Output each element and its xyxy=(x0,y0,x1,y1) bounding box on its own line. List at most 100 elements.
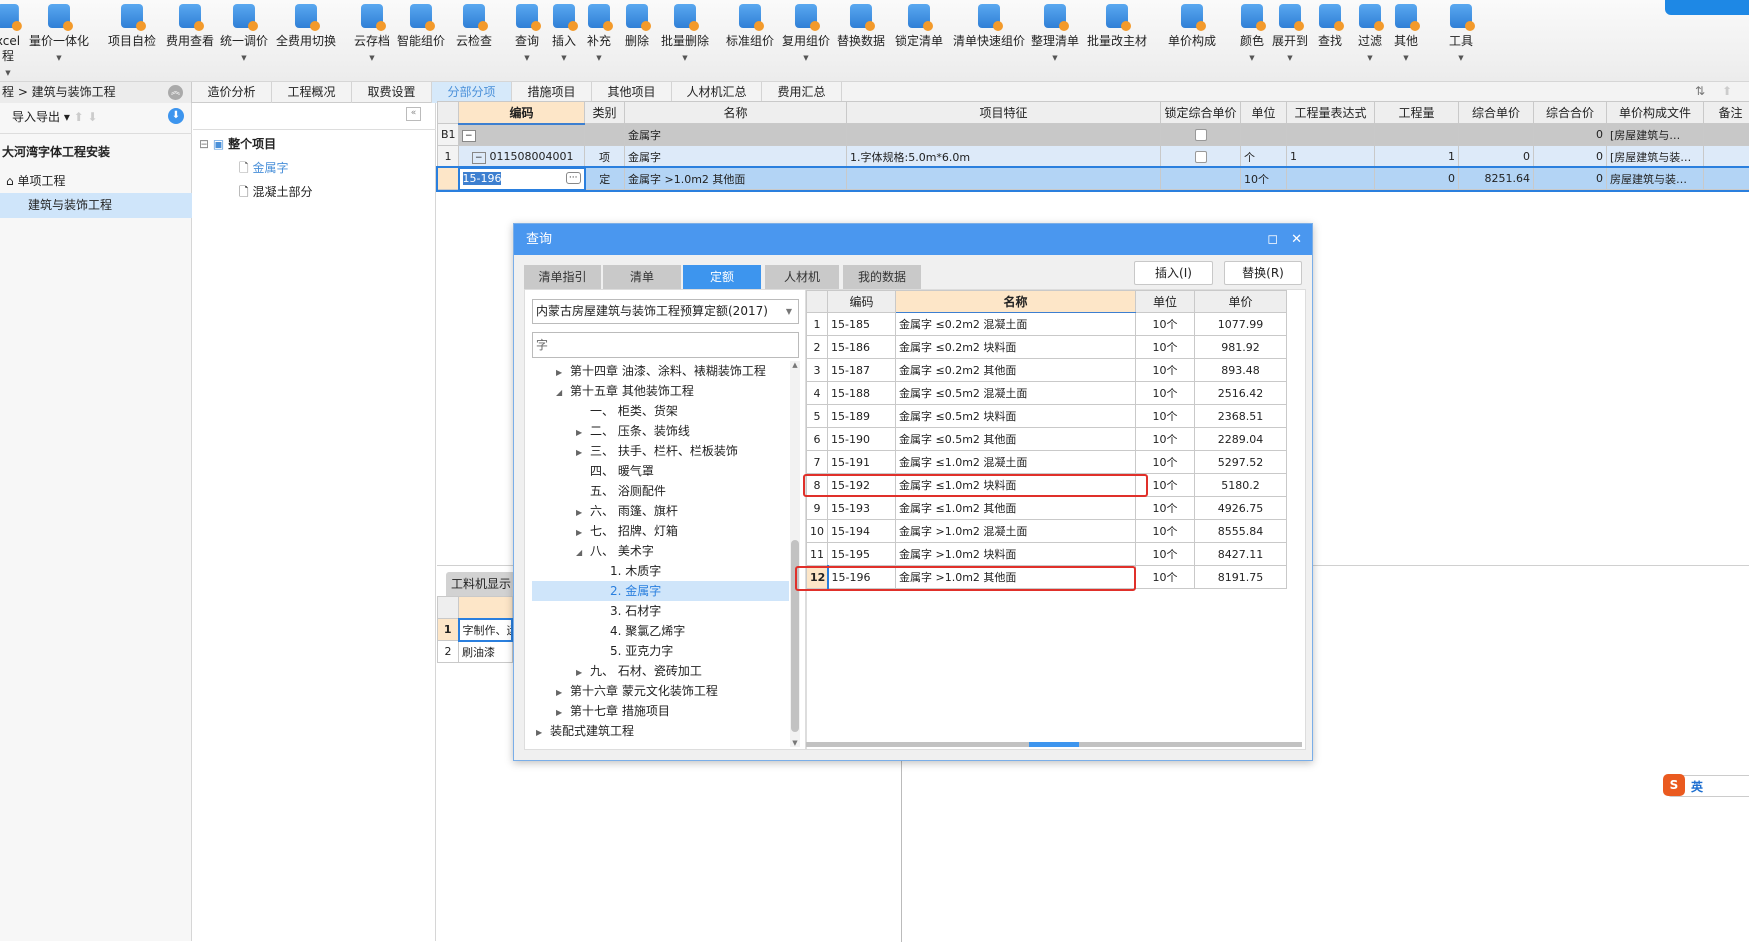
collapsed-icon[interactable]: ▶ xyxy=(556,683,570,703)
table-row[interactable]: 1−011508004001项金属字1.字体规格:5.0m*6.0m个1100[… xyxy=(438,146,1749,168)
column-header[interactable]: 单位 xyxy=(1241,102,1287,124)
tree-item-concrete[interactable]: 🗋 混凝土部分 xyxy=(239,183,313,204)
toolbar-button[interactable]: 展开到▼ xyxy=(1272,4,1308,62)
tree-node[interactable]: ▶第十四章 油漆、涂料、裱糊装饰工程 xyxy=(532,361,789,381)
grid-cell[interactable]: 15-196··· xyxy=(459,168,585,190)
column-header[interactable]: 工程量 xyxy=(1375,102,1459,124)
column-header[interactable]: 类别 xyxy=(585,102,625,124)
code-input[interactable]: 15-196 xyxy=(463,172,502,185)
table-row[interactable]: 1015-194金属字 >1.0m2 混凝土面10个8555.84 xyxy=(807,520,1287,543)
insert-button[interactable]: 插入(I) xyxy=(1134,261,1213,285)
tree-node[interactable]: ▶六、 雨篷、旗杆 xyxy=(532,501,789,521)
column-header[interactable]: 综合合价 xyxy=(1534,102,1607,124)
toolbar-button[interactable]: 锁定清单 xyxy=(895,4,943,49)
toolbar-button[interactable]: 项目自检 xyxy=(108,4,156,49)
toolbar-button[interactable]: 整理清单▼ xyxy=(1031,4,1079,62)
up-arrow-icon[interactable]: ⬆ xyxy=(1722,84,1732,98)
dialog-tab-3[interactable]: 人材机 xyxy=(765,265,839,289)
tree-node[interactable]: 五、 浴厕配件 xyxy=(532,481,789,501)
collapsed-icon[interactable]: ▶ xyxy=(556,363,570,383)
tree-node[interactable]: 1. 木质字 xyxy=(532,561,789,581)
collapse-panel-button[interactable]: « xyxy=(406,107,421,121)
tree-node[interactable]: ▶第十七章 措施项目 xyxy=(532,701,789,721)
collapsed-icon[interactable]: ▶ xyxy=(576,443,590,463)
import-export-button[interactable]: 导入导出 ▾ ⬆ ⬇ xyxy=(12,108,98,125)
grid-cell[interactable]: − xyxy=(459,124,585,146)
grid-cell[interactable]: 字制作、运 xyxy=(459,619,513,641)
table-row[interactable]: 315-187金属字 ≤0.2m2 其他面10个893.48 xyxy=(807,359,1287,382)
column-header[interactable]: 名称 xyxy=(625,102,847,124)
tab-7[interactable]: 费用汇总 xyxy=(762,82,842,103)
toolbar-button[interactable]: 删除 xyxy=(625,4,649,49)
download-icon[interactable]: ⬇ xyxy=(168,108,184,124)
column-header[interactable]: 编码 xyxy=(459,102,585,124)
column-header[interactable]: 综合单价 xyxy=(1459,102,1534,124)
toolbar-button[interactable]: 批量删除▼ xyxy=(661,4,709,62)
login-badge[interactable] xyxy=(1665,0,1749,15)
column-header[interactable] xyxy=(438,102,459,124)
toolbar-button[interactable]: 云检查 xyxy=(456,4,492,49)
toolbar-button[interactable]: 复用组价▼ xyxy=(782,4,830,62)
replace-button[interactable]: 替换(R) xyxy=(1224,261,1302,285)
tab-2[interactable]: 取费设置 xyxy=(352,82,432,103)
table-row[interactable]: 915-193金属字 ≤1.0m2 其他面10个4926.75 xyxy=(807,497,1287,520)
tree-node[interactable]: 一、 柜类、货架 xyxy=(532,401,789,421)
tree-node[interactable]: ◢八、 美术字 xyxy=(532,541,789,561)
tree-project[interactable]: 大河湾字体工程安装 xyxy=(2,143,110,160)
collapsed-icon[interactable]: ▶ xyxy=(576,423,590,443)
toolbar-button[interactable]: 清单快速组价 xyxy=(953,4,1025,49)
expanded-icon[interactable]: ◢ xyxy=(576,543,590,563)
grid-cell[interactable]: 刷油漆 xyxy=(459,641,513,663)
toolbar-button[interactable]: 过滤▼ xyxy=(1358,4,1382,62)
toolbar-button[interactable]: 查询▼ xyxy=(515,4,539,62)
dialog-tab-0[interactable]: 清单指引 xyxy=(524,265,601,289)
horizontal-scrollbar[interactable] xyxy=(806,742,1302,747)
collapse-icon[interactable]: − xyxy=(462,130,476,142)
checkbox[interactable] xyxy=(1195,129,1207,141)
toolbar-button[interactable]: 云存档▼ xyxy=(354,4,390,62)
toolbar-button[interactable]: 全费用切换 xyxy=(276,4,336,49)
library-select[interactable]: 内蒙古房屋建筑与装饰工程预算定额(2017)▼ xyxy=(532,299,799,324)
grid-cell[interactable]: −011508004001 xyxy=(459,146,585,168)
tree-unit-project[interactable]: 建筑与装饰工程 xyxy=(0,193,192,218)
tree-scrollbar[interactable]: ▲ ▼ xyxy=(790,361,800,747)
column-header[interactable]: 名称 xyxy=(896,291,1136,313)
tab-0[interactable]: 造价分析 xyxy=(192,82,272,103)
tree-node[interactable]: ▶第十六章 蒙元文化装饰工程 xyxy=(532,681,789,701)
tree-node[interactable]: ▶七、 招牌、灯箱 xyxy=(532,521,789,541)
toolbar-button[interactable]: 工具▼ xyxy=(1449,4,1473,62)
column-header[interactable]: 单价构成文件 xyxy=(1607,102,1704,124)
toolbar-button[interactable]: xcel 程▼ xyxy=(0,4,20,77)
table-row[interactable]: 515-189金属字 ≤0.5m2 块料面10个2368.51 xyxy=(807,405,1287,428)
sort-icon[interactable]: ⇅ xyxy=(1695,84,1705,98)
tree-whole-project[interactable]: ⊟ ▣ 整个项目 xyxy=(199,135,276,152)
tree-node[interactable]: ▶九、 石材、瓷砖加工 xyxy=(532,661,789,681)
collapse-icon[interactable]: − xyxy=(472,152,486,164)
column-header[interactable]: 项目特征 xyxy=(847,102,1161,124)
collapsed-icon[interactable]: ▶ xyxy=(576,523,590,543)
ime-indicator[interactable]: S 英 xyxy=(1668,775,1749,797)
table-row[interactable]: 2刷油漆 xyxy=(438,641,513,663)
collapsed-icon[interactable]: ▶ xyxy=(536,723,550,743)
tree-node[interactable]: ▶二、 压条、装饰线 xyxy=(532,421,789,441)
table-row[interactable]: 715-191金属字 ≤1.0m2 混凝土面10个5297.52 xyxy=(807,451,1287,474)
toolbar-button[interactable]: 查找 xyxy=(1318,4,1342,49)
toolbar-button[interactable]: 替换数据 xyxy=(837,4,885,49)
toolbar-button[interactable]: 费用查看 xyxy=(166,4,214,49)
tree-node[interactable]: 5. 亚克力字 xyxy=(532,641,789,661)
table-row[interactable]: 1115-195金属字 >1.0m2 块料面10个8427.11 xyxy=(807,543,1287,566)
tree-node[interactable]: 2. 金属字 xyxy=(532,581,789,601)
collapse-up-icon[interactable]: ︽ xyxy=(168,85,183,100)
maximize-icon[interactable]: ◻ xyxy=(1267,224,1278,255)
dialog-title-bar[interactable]: 查询 ◻ ✕ xyxy=(514,224,1312,255)
collapsed-icon[interactable]: ▶ xyxy=(576,503,590,523)
toolbar-button[interactable]: 统一调价▼ xyxy=(220,4,268,62)
column-header[interactable]: 备注 xyxy=(1704,102,1749,124)
table-row[interactable]: 1字制作、运 xyxy=(438,619,513,641)
dialog-tab-2[interactable]: 定额 xyxy=(683,265,761,289)
close-icon[interactable]: ✕ xyxy=(1291,224,1302,255)
toolbar-button[interactable]: 智能组价 xyxy=(397,4,445,49)
collapsed-icon[interactable]: ▶ xyxy=(576,663,590,683)
toolbar-button[interactable]: 其他▼ xyxy=(1394,4,1418,62)
toolbar-button[interactable]: 颜色▼ xyxy=(1240,4,1264,62)
